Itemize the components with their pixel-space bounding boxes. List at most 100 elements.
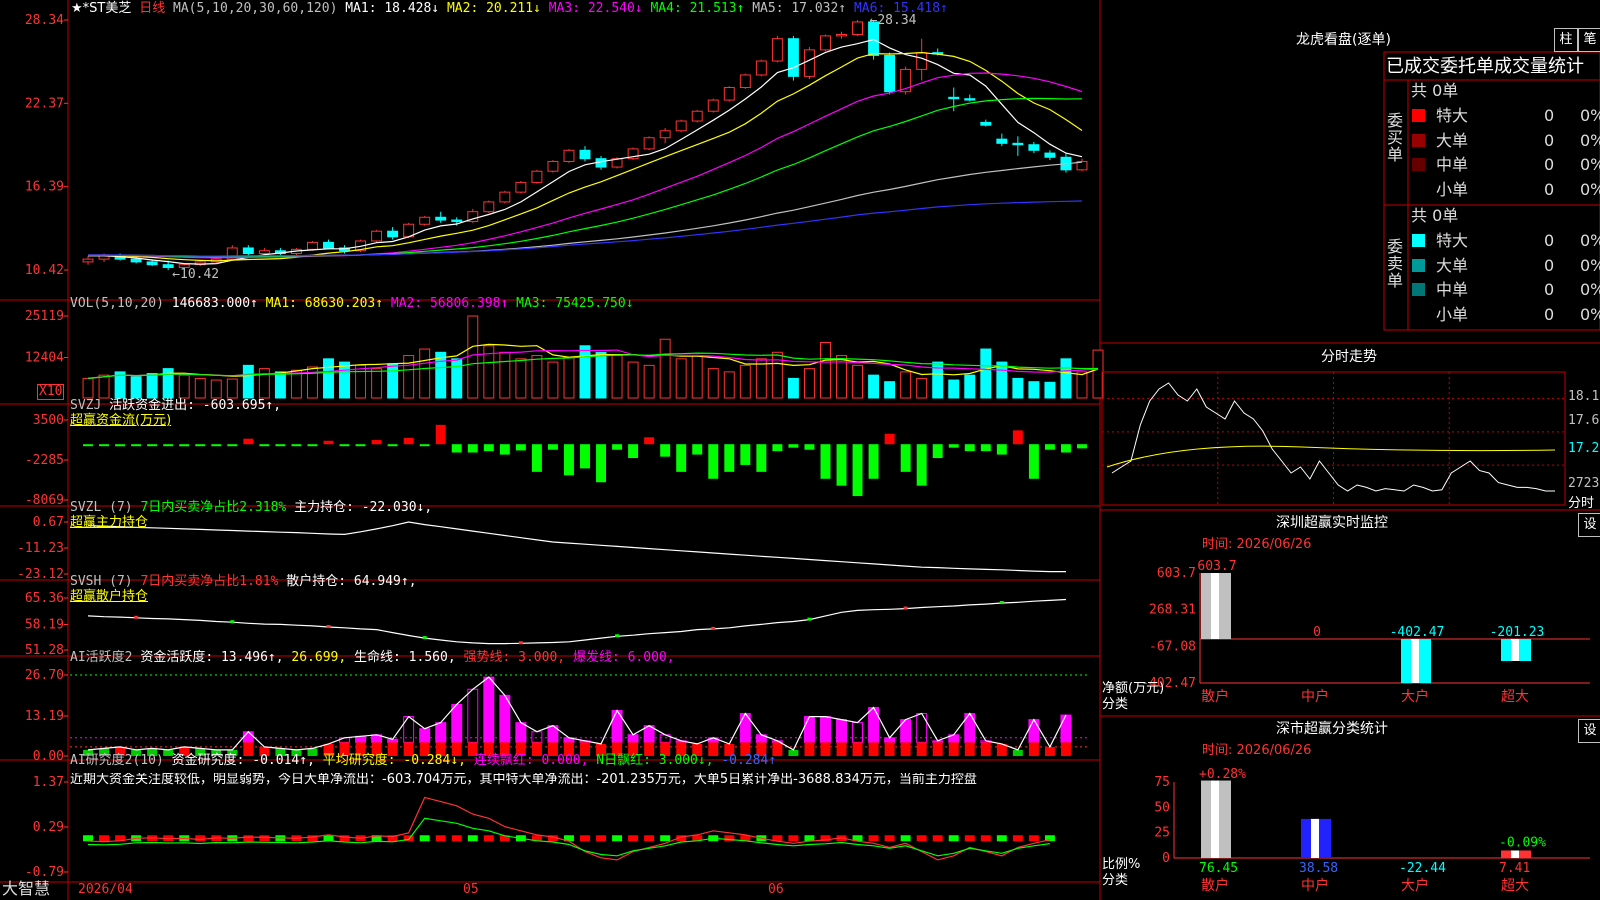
activity-bar (1012, 749, 1023, 756)
volume-bar (964, 374, 976, 399)
monitor1-value-label: -201.23 (1490, 625, 1545, 640)
legend-item: SVZJ (70, 398, 110, 413)
research-bar (980, 835, 991, 842)
money-flow-bar (131, 444, 142, 447)
activity-bar-top (627, 734, 639, 743)
money-flow-bar (115, 444, 126, 447)
volume-bar (1076, 371, 1088, 399)
candle-body (739, 74, 751, 89)
volume-bar (210, 379, 222, 399)
volume-bar (980, 348, 992, 399)
vol-legend: VOL(5,10,20) 146683.000↑ MA1: 68630.203↑… (70, 297, 634, 311)
axis-tick-label: 65.36 (25, 591, 64, 606)
monitor2-title: 深市超赢分类统计 (1276, 721, 1388, 737)
research-bar (644, 835, 655, 842)
legend-item: 生命线: 1.560, (354, 650, 464, 665)
volume-bar (820, 342, 831, 399)
period-label[interactable]: 日线 (139, 1, 165, 16)
legend-item: VOL(5,10,20) (70, 296, 172, 311)
monitor1-settings-button[interactable]: 设 (1578, 513, 1600, 537)
volume-bar (916, 377, 928, 399)
money-flow-bar (547, 444, 558, 450)
monitor2-settings-button[interactable]: 设 (1578, 719, 1600, 743)
volume-bar (643, 364, 655, 399)
svzj-legend: SVZJ 活跃资金进出: -603.695↑, (70, 399, 281, 413)
candle-body (146, 261, 158, 266)
volume-bar (178, 374, 190, 399)
money-flow-bar (243, 438, 254, 445)
candle-body (884, 54, 896, 93)
activity-bar-top (836, 719, 847, 743)
holding-dot (422, 636, 427, 640)
svsh-subtitle: 超赢散户持仓 (70, 589, 149, 604)
money-flow-bar (195, 444, 206, 447)
candle-body (242, 247, 254, 255)
axis-tick-label: 28.34 (25, 13, 64, 28)
volume-bar (435, 351, 447, 399)
order-count: 0 (1544, 280, 1555, 299)
ma4-line (88, 97, 1083, 258)
money-flow-bar (932, 444, 943, 459)
ai2-comment: 近期大资金关注度较低，明显弱势，今日大单净流出：-603.704万元，其中特大单… (70, 773, 977, 787)
activity-bar-top (451, 703, 463, 743)
volume-bar (387, 363, 399, 399)
volume-bar (675, 358, 687, 399)
intraday-axis-label: 18.10 (1568, 389, 1600, 404)
bar-mode-button[interactable]: 柱 (1554, 28, 1578, 52)
money-flow-bar (964, 444, 975, 452)
money-flow-bar (419, 444, 430, 447)
volume-bar (611, 355, 623, 399)
money-flow-bar (371, 440, 382, 445)
candle-body (916, 52, 928, 70)
volume-bar (194, 377, 206, 399)
volume-bar (1044, 381, 1056, 399)
activity-bar-top (242, 731, 254, 743)
holding-dot (711, 626, 716, 630)
legend-item: MA2: 56806.398↑ (390, 296, 517, 311)
research-bar (964, 835, 975, 842)
research-bar (788, 835, 799, 842)
stock-name: ★*ST美芝 (71, 1, 132, 16)
activity-bar (836, 742, 847, 756)
lhb-tabs[interactable]: 已成交委托单成交量统计 (1386, 56, 1584, 78)
research-bar (243, 835, 254, 842)
monitor1-xlabel: 分类 (1102, 697, 1129, 712)
buy-total: 共 0单 (1411, 81, 1459, 100)
monitor2-category-label: 超大 (1501, 878, 1529, 894)
monitor1-axis-label: 603.7 (1157, 566, 1196, 581)
volume-bar (595, 351, 607, 399)
axis-tick-label: 16.39 (25, 180, 64, 195)
candle-body (371, 230, 383, 242)
legend-item: 爆发线: 6.000, (572, 650, 675, 665)
money-flow-bar (291, 444, 302, 447)
money-flow-bar (355, 444, 366, 447)
activity-bar-top (1060, 714, 1072, 743)
intraday-axis-label: 27233 (1568, 476, 1600, 491)
candle-body (1028, 144, 1040, 151)
volume-bar (627, 361, 639, 399)
intraday-title[interactable]: 分时走势 (1321, 350, 1377, 364)
money-flow-bar (403, 437, 414, 445)
legend-item: MA(5,10,20,30,60,120) (173, 1, 346, 16)
volume-bar (868, 374, 880, 399)
candle-body (836, 34, 847, 37)
volume-bar (146, 373, 158, 399)
money-flow-bar (451, 444, 462, 453)
volume-bar (242, 364, 254, 399)
axis-tick-label: 3500 (33, 413, 64, 428)
monitor2-bar-highlight (1311, 818, 1319, 858)
legend-item: 活跃资金进出: -603.695↑, (109, 398, 282, 413)
monitor2-axis-label: 50 (1154, 800, 1170, 815)
activity-bar-top (467, 688, 479, 743)
legend-item: 连续飘红: 0.000, (473, 753, 597, 768)
research-bar (932, 835, 943, 842)
legend-item: MA2: 20.211↓ (446, 1, 549, 16)
candle-body (643, 137, 655, 150)
volume-bar (852, 364, 864, 399)
order-percent: 0% (1580, 130, 1600, 150)
research-bar (868, 835, 879, 842)
monitor1-category-label: 大户 (1401, 688, 1429, 705)
money-flow-bar (868, 444, 879, 479)
volume-bar (274, 371, 286, 399)
tick-mode-button[interactable]: 笔 (1578, 28, 1600, 52)
